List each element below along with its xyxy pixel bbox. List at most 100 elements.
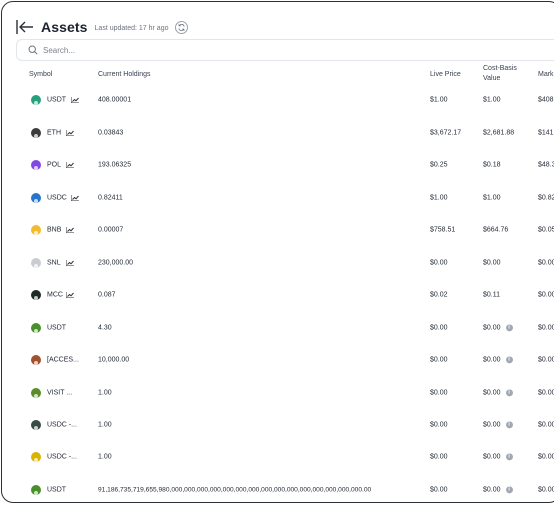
table-row[interactable]: USDT 4.30 $0.00 $0.00 i $0.00 xyxy=(2,312,554,344)
table-row[interactable]: ETH 0.03843 $3,672.17 $2,681.88 $141. xyxy=(2,117,554,149)
header: Assets Last updated: 17 hr ago xyxy=(16,16,189,38)
ethereum-icon xyxy=(31,128,41,138)
info-icon[interactable]: i xyxy=(505,486,513,494)
info-icon[interactable]: i xyxy=(505,389,513,397)
column-header-market-value[interactable]: Mark xyxy=(538,70,554,80)
asset-symbol: USDC xyxy=(47,194,67,202)
asset-symbol: MCC xyxy=(47,291,63,299)
table-row[interactable]: POL 193.06325 $0.25 $0.18 $48.3 xyxy=(2,149,554,181)
live-price-value: $0.00 xyxy=(430,259,448,267)
market-value: $0.00 xyxy=(538,389,554,397)
table-row[interactable]: USDT 91,186,735,719,655,980,000,000,000,0… xyxy=(2,474,554,502)
search-bar[interactable] xyxy=(16,39,554,61)
market-value: $0.82 xyxy=(538,194,554,202)
last-updated-text: Last updated: 17 hr ago xyxy=(94,25,169,32)
cost-basis-text: $0.00 xyxy=(483,389,501,397)
info-icon[interactable]: i xyxy=(505,453,513,461)
chart-icon[interactable] xyxy=(66,292,75,298)
search-input[interactable] xyxy=(43,45,343,55)
asset-symbol: ETH xyxy=(47,129,61,137)
table-row[interactable]: USDC -... 1.00 $0.00 $0.00 i $0.00 xyxy=(2,409,554,441)
market-value: $408 xyxy=(538,96,554,104)
table-row[interactable]: [ACCES... 10,000.00 $0.00 $0.00 i $0.00 xyxy=(2,344,554,376)
holdings-value: 0.03843 xyxy=(98,129,124,137)
cost-basis-text: $0.11 xyxy=(483,291,500,299)
market-value: $141. xyxy=(538,129,554,137)
live-price-value: $1.00 xyxy=(430,96,448,104)
search-icon xyxy=(28,45,38,55)
asset-symbol: VISIT ... xyxy=(47,389,73,397)
holdings-value: 1.00 xyxy=(98,389,112,397)
asset-symbol: [ACCES... xyxy=(47,356,79,364)
cost-basis-text: $0.00 xyxy=(483,486,501,494)
cost-basis-text: $0.00 xyxy=(483,421,501,429)
asset-symbol: USDT xyxy=(47,486,67,494)
visit-token-icon xyxy=(31,388,41,398)
chart-icon[interactable] xyxy=(66,130,75,136)
table-row[interactable]: BNB 0.00007 $758.51 $664.76 $0.05 xyxy=(2,214,554,246)
table-row[interactable]: SNL 230,000.00 $0.00 $0.00 $0.00 xyxy=(2,247,554,279)
holdings-value: 0.087 xyxy=(98,291,116,299)
usdt-token-2-icon xyxy=(31,485,41,495)
snl-icon xyxy=(31,258,41,268)
holdings-value: 230,000.00 xyxy=(98,259,134,267)
table-row[interactable]: VISIT ... 1.00 $0.00 $0.00 i $0.00 xyxy=(2,377,554,409)
holdings-value: 1.00 xyxy=(98,421,112,429)
column-header-cost-basis[interactable]: Cost-Basis Value xyxy=(483,64,517,84)
usdt-token-icon xyxy=(31,323,41,333)
live-price-value: $0.02 xyxy=(430,291,448,299)
live-price-value: $0.00 xyxy=(430,324,448,332)
chart-icon[interactable] xyxy=(66,227,75,233)
column-header-symbol[interactable]: Symbol xyxy=(29,70,52,80)
cost-basis-value: $0.00 i xyxy=(483,324,513,332)
market-value: $0.00 xyxy=(538,486,554,494)
holdings-value: 193.06325 xyxy=(98,161,132,169)
cost-basis-value: $664.76 xyxy=(483,227,508,234)
market-value: $0.00 xyxy=(538,259,554,267)
column-header-live-price[interactable]: Live Price xyxy=(430,70,461,80)
table-row[interactable]: USDC 0.82411 $1.00 $1.00 $0.82 xyxy=(2,182,554,214)
asset-symbol: USDC -... xyxy=(47,421,77,429)
asset-symbol: USDT xyxy=(47,324,67,332)
cost-basis-value: $1.00 xyxy=(483,97,501,104)
chart-icon[interactable] xyxy=(66,260,75,266)
cost-basis-value: $1.00 xyxy=(483,195,501,202)
holdings-value: 91,186,735,719,655,980,000,000,000,000,0… xyxy=(98,486,372,494)
column-header-holdings[interactable]: Current Holdings xyxy=(98,70,151,80)
market-value: $0.00 xyxy=(538,324,554,332)
cost-basis-value: $0.00 i xyxy=(483,453,513,461)
usdc-variant-icon xyxy=(31,420,41,430)
live-price-value: $0.00 xyxy=(430,356,448,364)
info-icon[interactable]: i xyxy=(505,356,513,364)
cost-basis-text: $2,681.88 xyxy=(483,129,515,137)
usdc-icon xyxy=(31,193,41,203)
table-row[interactable]: USDC -... 1.00 $0.00 $0.00 i $0.00 xyxy=(2,441,554,473)
chart-icon[interactable] xyxy=(70,195,79,201)
cost-basis-text: $0.00 xyxy=(483,356,501,364)
info-icon[interactable]: i xyxy=(505,421,513,429)
cost-basis-value: $0.00 i xyxy=(483,486,513,494)
chart-icon[interactable] xyxy=(70,97,79,103)
asset-symbol: SNL xyxy=(47,259,61,267)
table-row[interactable]: USDT 408.00001 $1.00 $1.00 $408 xyxy=(2,84,554,116)
market-value: $0.00 xyxy=(538,291,554,299)
cost-basis-text: $1.00 xyxy=(483,194,501,202)
cost-basis-line-1: Cost-Basis xyxy=(483,65,517,72)
cost-basis-text: $0.00 xyxy=(483,453,501,461)
refresh-icon[interactable] xyxy=(175,21,189,34)
live-price-value: $0.00 xyxy=(430,486,448,494)
cost-basis-value: $2,681.88 xyxy=(483,130,514,137)
live-price-value: $758.51 xyxy=(430,226,456,234)
table-row[interactable]: MCC 0.087 $0.02 $0.11 $0.00 xyxy=(2,279,554,311)
info-icon[interactable]: i xyxy=(505,324,513,332)
mcc-icon xyxy=(31,290,41,300)
cost-basis-text: $664.76 xyxy=(483,226,509,234)
market-value: $0.05 xyxy=(538,226,554,234)
back-arrow-icon[interactable] xyxy=(16,19,34,35)
holdings-value: 10,000.00 xyxy=(98,356,130,364)
access-token-icon xyxy=(31,355,41,365)
holdings-value: 1.00 xyxy=(98,453,112,461)
chart-icon[interactable] xyxy=(66,162,75,168)
asset-symbol: BNB xyxy=(47,226,62,234)
holdings-value: 0.00007 xyxy=(98,226,124,234)
